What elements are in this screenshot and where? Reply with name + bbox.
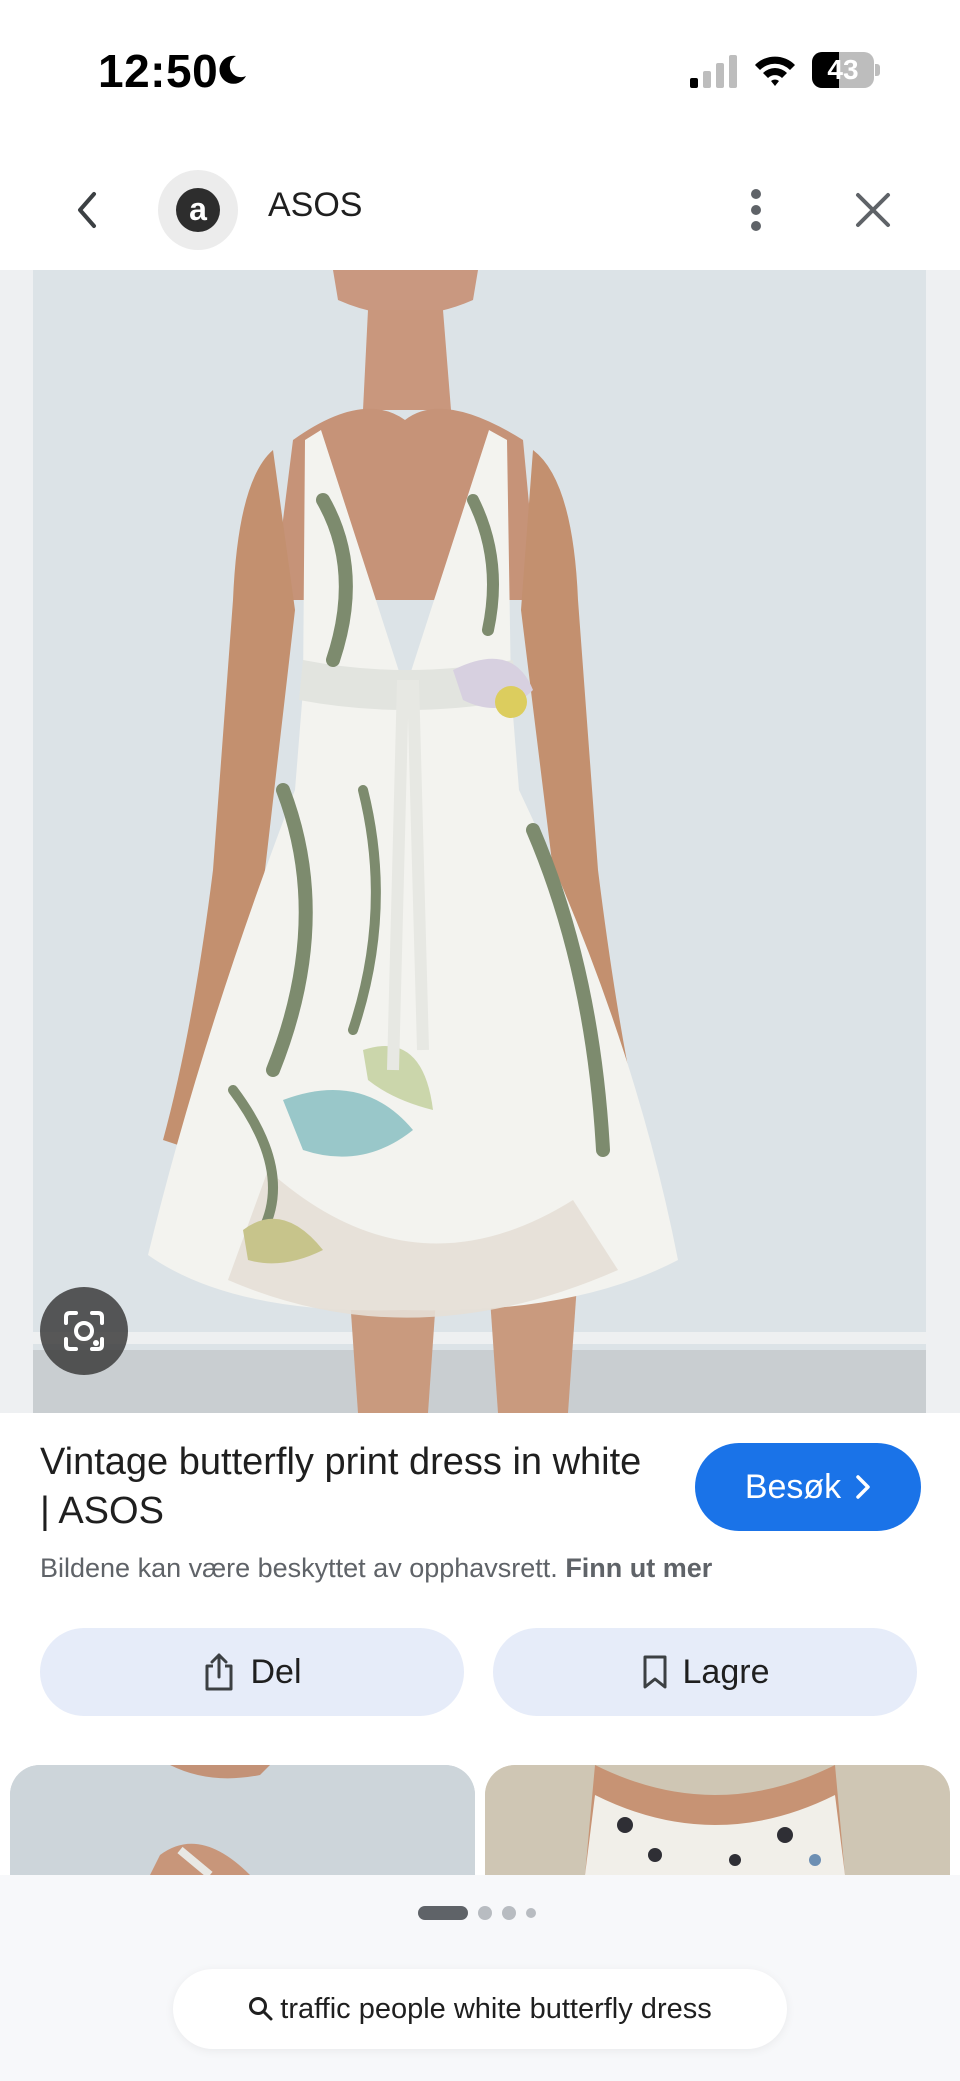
search-query-text: traffic people white butterfly dress [280, 1992, 712, 2025]
battery-icon: 43 [812, 52, 880, 88]
bottom-sheet: traffic people white butterfly dress [0, 1875, 960, 2081]
more-options-button[interactable] [736, 180, 776, 240]
wifi-icon [755, 56, 795, 86]
back-button[interactable] [62, 180, 112, 240]
related-image-1-photo [10, 1765, 475, 1875]
related-image-2[interactable] [485, 1765, 950, 1875]
dress-illustration [33, 270, 926, 1413]
signal-icon [690, 55, 737, 88]
site-name[interactable]: ASOS [268, 186, 362, 225]
related-image-2-photo [485, 1765, 950, 1875]
share-button-label: Del [250, 1652, 302, 1691]
image-viewer-page: 12:50 43 a ASOS Vintage butterfly print … [0, 0, 960, 2081]
lens-search-button[interactable] [40, 1287, 128, 1375]
share-button[interactable]: Del [40, 1628, 464, 1716]
close-icon [856, 193, 890, 227]
site-logo[interactable]: a [158, 170, 238, 250]
page-indicator [418, 1905, 546, 1921]
page-dot [418, 1906, 468, 1920]
related-image-1[interactable] [10, 1765, 475, 1875]
save-button-label: Lagre [682, 1652, 770, 1691]
search-icon [249, 1997, 273, 2021]
page-dot [478, 1906, 492, 1920]
image-area [0, 270, 960, 1413]
site-logo-letter: a [176, 188, 220, 232]
product-photo[interactable] [33, 270, 926, 1413]
lens-icon [64, 1311, 104, 1351]
close-button[interactable] [846, 180, 900, 240]
status-time: 12:50 [98, 45, 219, 97]
visit-button[interactable]: Besøk [695, 1443, 921, 1531]
page-dot [526, 1908, 536, 1918]
share-icon [205, 1653, 233, 1691]
more-vertical-icon [751, 189, 761, 231]
chevron-right-icon [856, 1475, 870, 1499]
visit-button-label: Besøk [744, 1467, 842, 1506]
search-query-pill[interactable]: traffic people white butterfly dress [173, 1969, 787, 2049]
save-button[interactable]: Lagre [493, 1628, 917, 1716]
status-bar: 12:50 43 [0, 0, 960, 140]
battery-percent: 43 [827, 54, 859, 85]
copyright-text: Bildene kan være beskyttet av opphavsret… [40, 1553, 558, 1583]
learn-more-link[interactable]: Finn ut mer [565, 1553, 712, 1583]
copyright-notice: Bildene kan være beskyttet av opphavsret… [40, 1553, 712, 1584]
bookmark-icon [643, 1655, 667, 1689]
page-dot [502, 1906, 516, 1920]
chevron-left-icon [78, 192, 96, 228]
moon-icon [219, 55, 246, 84]
viewer-header: a ASOS [0, 150, 960, 270]
result-title[interactable]: Vintage butterfly print dress in white |… [40, 1438, 660, 1536]
